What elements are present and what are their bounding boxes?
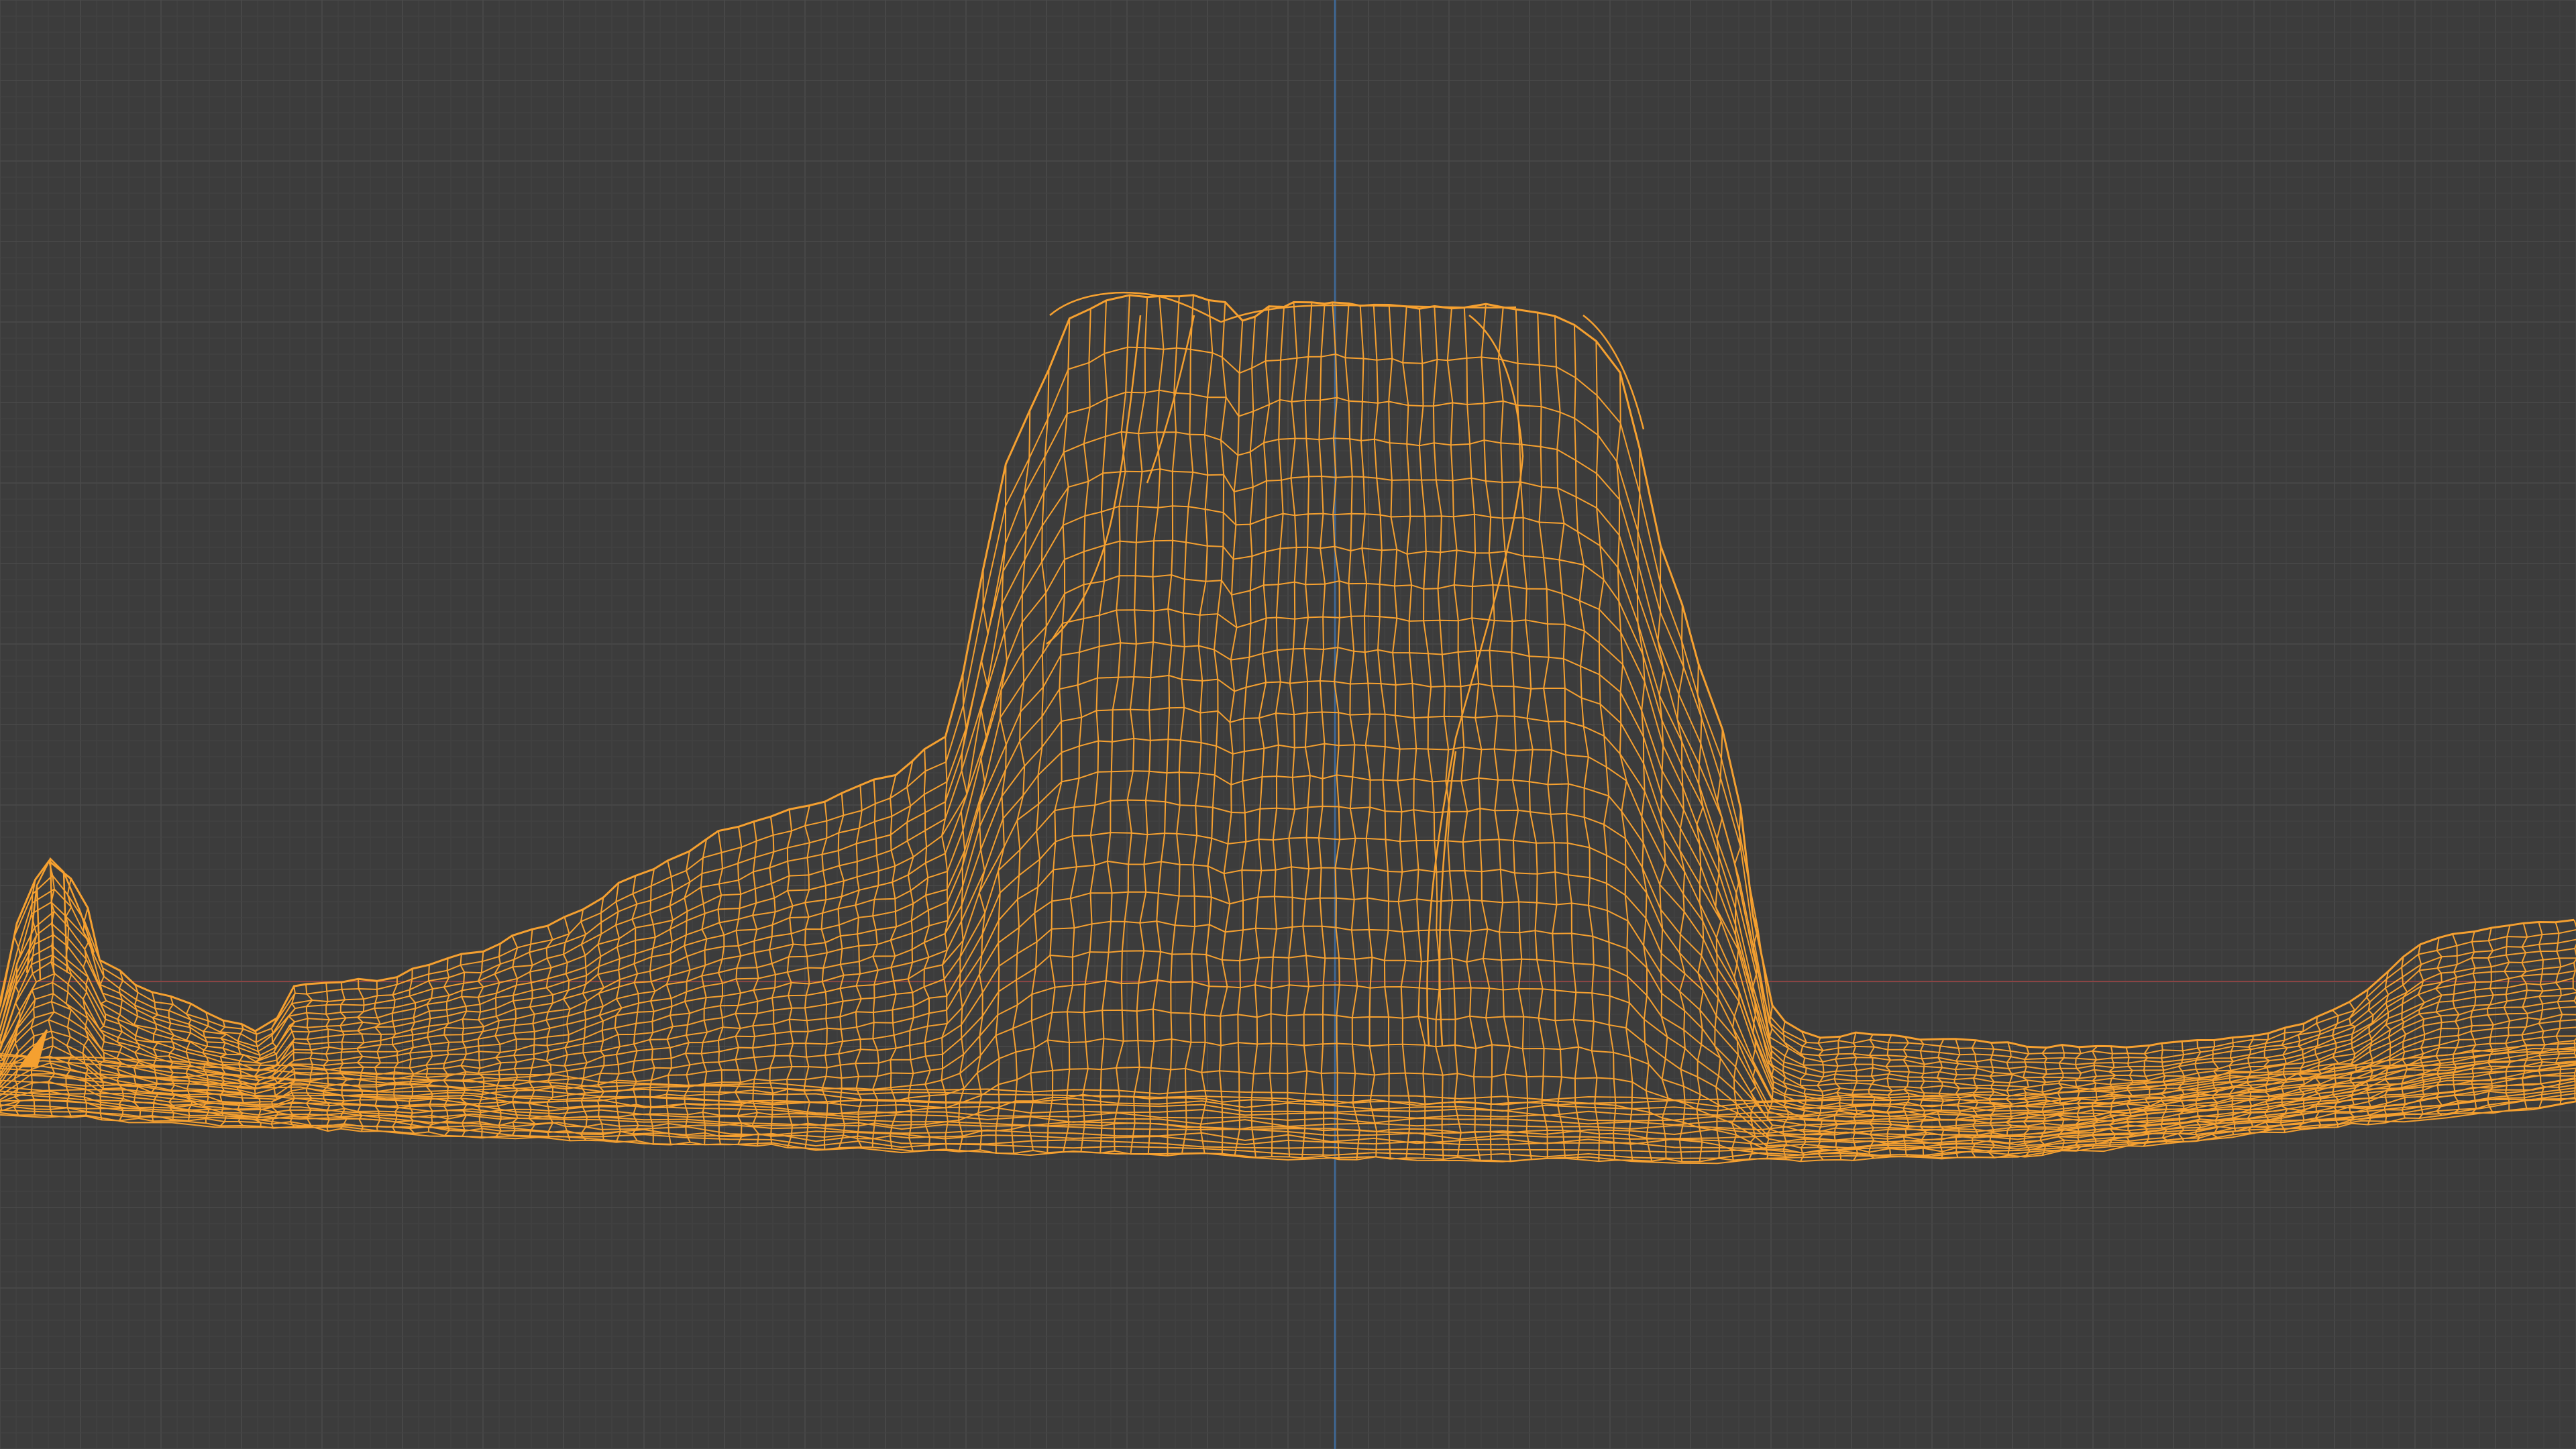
mesh-horizontal-edges: [0, 294, 2576, 1163]
mesh-vertical-edges: [0, 294, 2576, 1162]
terrain-wireframe-mesh[interactable]: [0, 0, 2576, 1449]
3d-viewport[interactable]: [0, 0, 2576, 1449]
mesh-crest-detail: [18, 292, 1645, 1068]
